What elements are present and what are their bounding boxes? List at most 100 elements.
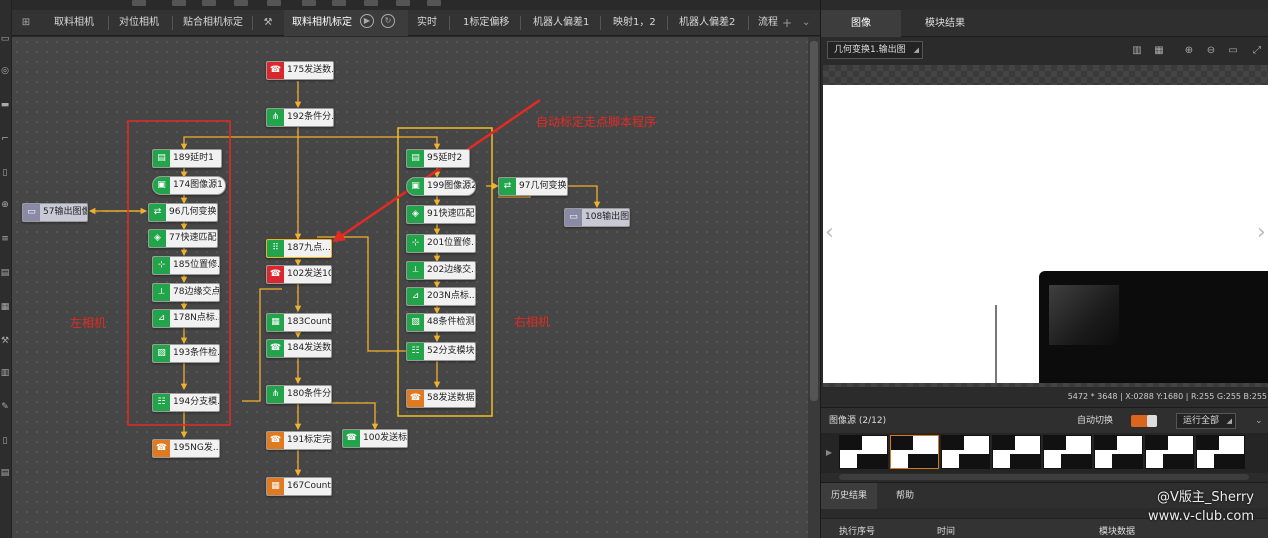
flow-node-183[interactable]: ▦183Count... <box>266 313 332 332</box>
run-once-icon[interactable]: ▶ <box>360 14 374 28</box>
thumbnail-expand-icon[interactable]: ▶ <box>823 443 835 463</box>
toolbar-icon[interactable] <box>332 0 346 6</box>
flow-node-167[interactable]: ▦167Count... <box>266 477 332 496</box>
flow-node-97[interactable]: ⇄ 97几何变换2 <box>498 177 568 196</box>
image-viewer[interactable] <box>823 85 1268 383</box>
flow-node-201[interactable]: ⊹ 201位置修... <box>406 234 476 253</box>
tab-process[interactable]: 映射1，2 <box>613 10 656 36</box>
tab-module-result[interactable]: 模块结果 <box>901 10 989 37</box>
next-image-icon[interactable]: › <box>1257 222 1266 244</box>
flow-node-48[interactable]: ▧ 48条件检测2 <box>406 313 476 332</box>
report-icon[interactable]: ▤ <box>0 468 10 478</box>
flow-node-191[interactable]: ☎191标定完... <box>266 431 332 450</box>
image-thumbnail[interactable] <box>890 435 939 469</box>
flow-node-194[interactable]: ☷194分支模... <box>152 393 220 412</box>
toolbar-icon[interactable] <box>172 0 186 6</box>
pen-icon[interactable]: ✎ <box>0 402 10 412</box>
image-thumbnail[interactable] <box>1043 435 1092 469</box>
tab-process[interactable]: 取料相机 <box>54 10 94 36</box>
flow-node-189[interactable]: ▤ 189延时1 <box>152 149 222 168</box>
tab-process[interactable]: 实时 <box>417 10 437 36</box>
tab-process[interactable]: 对位相机 <box>119 10 159 36</box>
flow-node-95[interactable]: ▤ 95延时2 <box>406 149 470 168</box>
flow-node-180[interactable]: ⋔180条件分... <box>266 385 332 404</box>
thumbnail-scrollbar[interactable] <box>839 474 1249 480</box>
flow-node-100[interactable]: ☎100发送标... <box>342 429 408 448</box>
flow-node-192[interactable]: ⋔192条件分... <box>266 108 334 127</box>
image-thumbnail[interactable] <box>1196 435 1245 469</box>
scrollbar-thumb[interactable] <box>810 41 818 401</box>
image-thumbnail[interactable] <box>992 435 1041 469</box>
document-icon[interactable]: ▯ <box>0 168 10 178</box>
print-icon[interactable]: ▬ <box>0 100 10 110</box>
wrench-icon[interactable]: ⚒ <box>260 10 276 36</box>
flow-node-102[interactable]: ☎102发送10... <box>266 265 332 284</box>
auto-switch-toggle[interactable] <box>1131 415 1157 427</box>
flow-node-91[interactable]: ◈ 91快速匹配2 <box>406 205 476 224</box>
tab-help[interactable]: 帮助 <box>877 483 933 509</box>
fullscreen-icon[interactable]: ⤢ <box>1251 45 1263 57</box>
flow-node-174[interactable]: ▣ 174图像源1 <box>152 176 226 195</box>
flow-node-57[interactable]: ▭57输出图像1 <box>22 203 88 222</box>
prev-image-icon[interactable]: ‹ <box>825 222 834 244</box>
tab-process[interactable]: 机器人偏差2 <box>679 10 735 36</box>
tab-process[interactable]: 1标定偏移 <box>463 10 509 36</box>
toolbar-icon[interactable] <box>202 0 216 6</box>
layout-grid-icon[interactable]: ▦ <box>1153 45 1165 57</box>
fit-window-icon[interactable]: ▭ <box>1227 45 1239 57</box>
run-all-dropdown[interactable]: 运行全部 ◢ <box>1176 413 1236 429</box>
flow-node-202[interactable]: ⟂ 202边缘交... <box>406 261 476 280</box>
tab-process[interactable]: 贴合相机标定 <box>183 10 243 36</box>
table-icon[interactable]: ▤ <box>0 268 10 278</box>
globe-icon[interactable]: ◎ <box>0 66 10 76</box>
flow-node-77[interactable]: ◈ 77快速匹配1 <box>148 229 218 248</box>
frame-icon[interactable]: ⌐ <box>0 134 10 144</box>
toolbar-icon[interactable] <box>427 0 441 6</box>
toolbar-icon[interactable] <box>267 0 281 6</box>
flow-node-96[interactable]: ⇄ 96几何变换1 <box>148 203 218 222</box>
image-thumbnail[interactable] <box>1145 435 1194 469</box>
chevron-down-icon[interactable]: ⌄ <box>802 10 810 36</box>
flow-node-187[interactable]: ⠿ 187九点... <box>266 239 332 258</box>
flow-node-199[interactable]: ▣ 199图像源2 <box>406 177 476 196</box>
toolbar-icon[interactable] <box>302 0 316 6</box>
toolbar-icon[interactable] <box>132 0 146 6</box>
toolbar-icon[interactable] <box>364 0 378 6</box>
canvas-scrollbar[interactable] <box>808 37 820 538</box>
toolbar-icon[interactable] <box>396 0 410 6</box>
flow-node-58[interactable]: ☎ 58发送数据5 <box>406 389 476 408</box>
image-thumbnail[interactable] <box>1094 435 1143 469</box>
chart-icon[interactable]: ▥ <box>0 368 10 378</box>
flow-node-185[interactable]: ⊹185位置修... <box>152 256 220 275</box>
file-icon[interactable]: ▭ <box>0 34 10 44</box>
flow-node-193[interactable]: ▧193条件检... <box>152 344 220 363</box>
flow-canvas[interactable]: ☎175发送数... ⋔192条件分... ▤189延时1 ▣174图像源1 ⇄96几何… <box>12 37 808 538</box>
flow-node-175[interactable]: ☎175发送数... <box>266 61 334 80</box>
layout-single-icon[interactable]: ▥ <box>1131 45 1143 57</box>
zoom-in-icon[interactable]: ⊕ <box>1183 45 1195 57</box>
process-tree-icon[interactable]: ⊞ <box>18 10 34 36</box>
flow-node-184[interactable]: ☎184发送数... <box>266 339 332 358</box>
grid-icon[interactable]: ▦ <box>0 302 10 312</box>
tab-image[interactable]: 图像 <box>821 10 901 37</box>
list-icon[interactable]: ≡ <box>0 234 10 244</box>
image-thumbnail[interactable] <box>839 435 888 469</box>
tab-process[interactable]: 流程 <box>758 10 778 36</box>
flow-node-78[interactable]: ⟂78边缘交点2 <box>152 283 220 302</box>
add-tab-icon[interactable]: + <box>782 10 792 36</box>
tab-process[interactable]: 机器人偏差1 <box>533 10 589 36</box>
flow-node-108[interactable]: ▭108输出图... <box>564 208 630 227</box>
target-icon[interactable]: ⊕ <box>0 200 10 210</box>
image-thumbnail[interactable] <box>941 435 990 469</box>
chevron-down-icon[interactable]: ⌄ <box>1255 408 1263 434</box>
flow-node-178[interactable]: ⊿ 178N点标... <box>152 309 220 328</box>
flow-node-52[interactable]: ☷ 52分支模块1 <box>406 342 476 361</box>
page-icon[interactable]: ▯ <box>0 436 10 446</box>
toolbar-icon[interactable] <box>234 0 248 6</box>
wrench-icon[interactable]: ⚒ <box>0 336 10 346</box>
flow-node-195[interactable]: ☎ 195NG发... <box>152 439 220 458</box>
tab-history-result[interactable]: 历史结果 <box>821 483 877 509</box>
image-select-dropdown[interactable]: 几何变换1.输出图 ◢ <box>827 41 923 59</box>
flow-node-203[interactable]: ⊿ 203N点标... <box>406 287 476 306</box>
zoom-out-icon[interactable]: ⊖ <box>1205 45 1217 57</box>
